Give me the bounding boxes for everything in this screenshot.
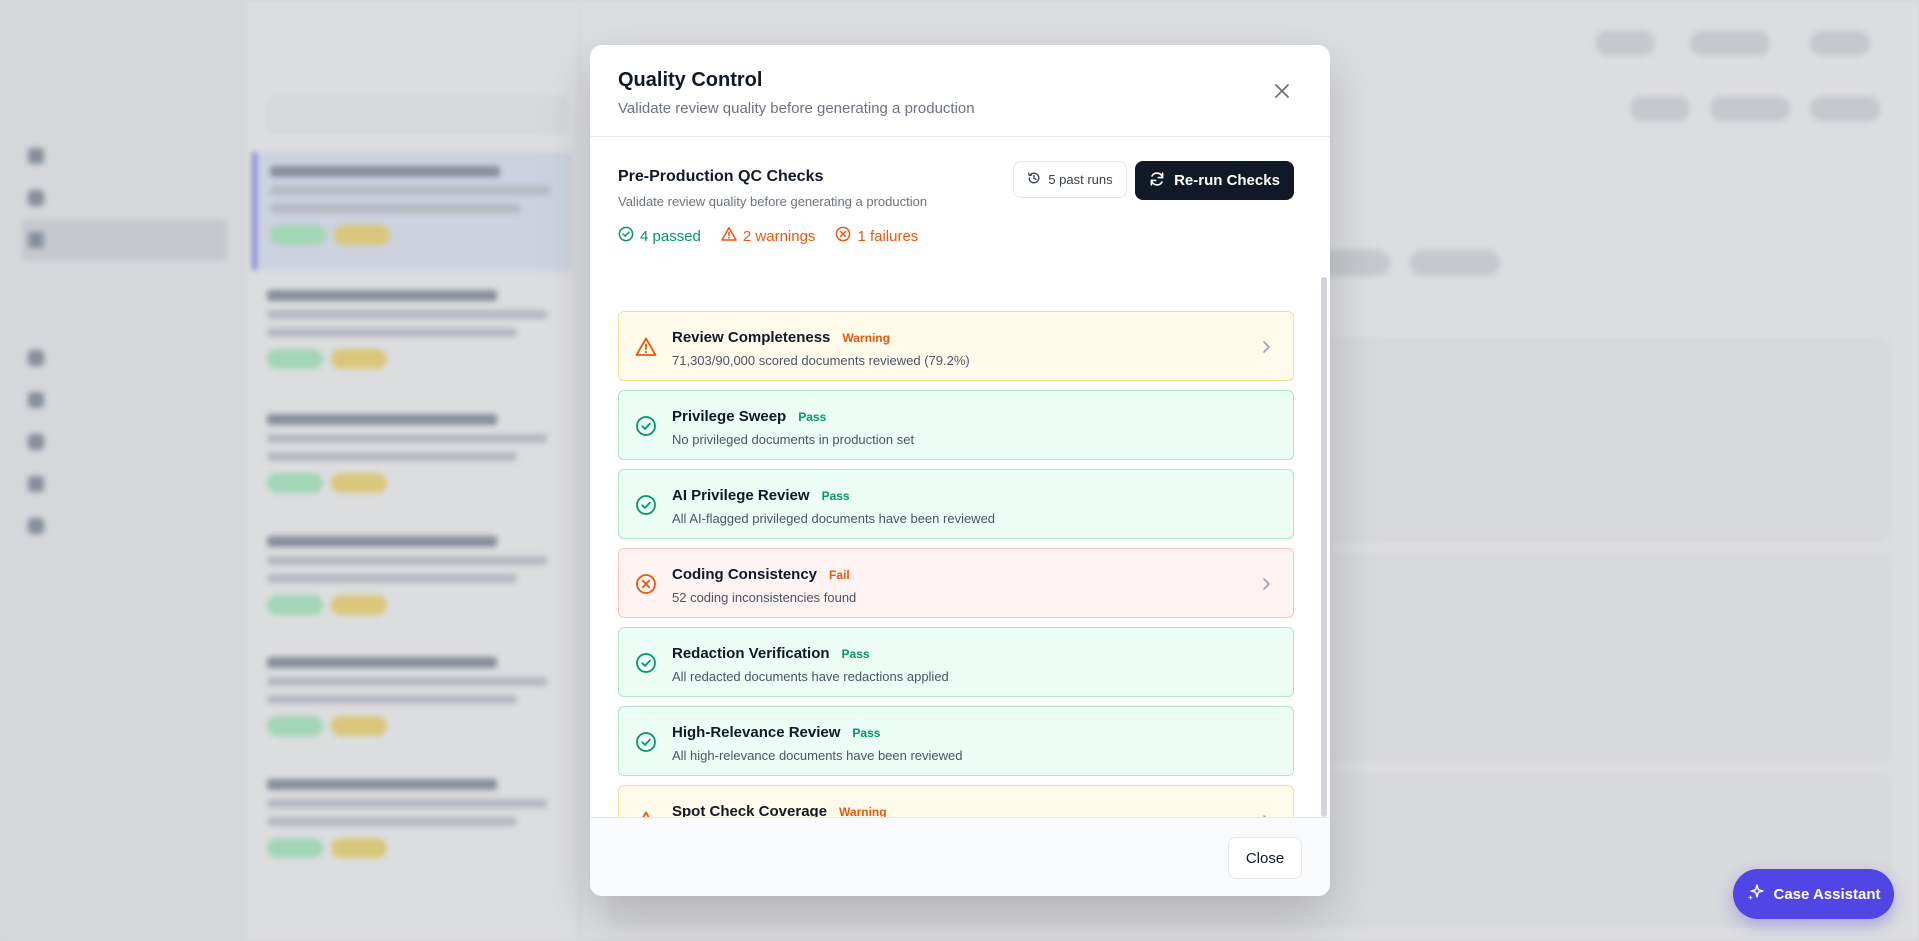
check-circle-icon (635, 731, 657, 753)
qc-check-name: Coding Consistency Fail (672, 566, 850, 583)
passed-summary: 4 passed (618, 226, 701, 246)
qc-check-title: Privilege Sweep (672, 408, 787, 425)
qc-check-title: Review Completeness (672, 329, 831, 346)
qc-status-badge: Pass (821, 489, 850, 503)
qc-checks-list: Review Completeness Warning 71,303/90,000 … (618, 311, 1294, 817)
qc-check-title: AI Privilege Review (672, 487, 810, 504)
passed-count: 4 passed (640, 227, 701, 245)
check-circle-icon (635, 652, 657, 674)
qc-check-item: Redaction Verification Pass All redacted d… (618, 627, 1294, 697)
check-circle-icon (635, 415, 657, 437)
close-icon[interactable] (1272, 81, 1292, 101)
qc-check-item: High-Relevance Review Pass All high-releva… (618, 706, 1294, 776)
qc-check-title: High-Relevance Review (672, 724, 841, 741)
qc-status-badge: Warning (842, 331, 890, 345)
chevron-right-icon[interactable] (1261, 577, 1271, 591)
qc-check-item[interactable]: Spot Check CoverageWarning29/30 request … (618, 785, 1294, 817)
sparkle-icon (1747, 883, 1765, 905)
close-button[interactable]: Close (1228, 837, 1302, 879)
rerun-checks-label: Re-run Checks (1174, 172, 1280, 189)
qc-check-name: High-Relevance Review Pass (672, 724, 880, 741)
past-runs-button[interactable]: 5 past runs (1013, 161, 1127, 198)
qc-status-badge: Pass (841, 647, 870, 661)
qc-check-name: Review Completeness Warning (672, 329, 890, 346)
qc-status-badge: Warning (839, 805, 887, 817)
qc-check-description: 71,303/90,000 scored documents reviewed … (672, 353, 970, 368)
check-circle-icon (618, 226, 634, 246)
qc-check-description: All redacted documents have redactions a… (672, 669, 949, 684)
failures-summary: 1 failures (835, 226, 918, 246)
qc-status-badge: Pass (852, 726, 881, 740)
warnings-summary: 2 warnings (721, 226, 816, 246)
modal-title: Quality Control (618, 69, 763, 91)
modal-footer: Close (590, 817, 1330, 896)
warning-triangle-icon (721, 226, 737, 246)
modal-header: Quality Control Validate review quality … (590, 45, 1330, 137)
chevron-right-icon[interactable] (1261, 340, 1271, 354)
x-circle-icon (635, 573, 657, 595)
x-circle-icon (835, 226, 851, 246)
modal-scrollbar[interactable] (1321, 277, 1327, 817)
qc-check-description: 52 coding inconsistencies found (672, 590, 857, 605)
quality-control-modal: Quality Control Validate review quality … (590, 45, 1330, 896)
qc-check-item[interactable]: Review Completeness Warning 71,303/90,000 … (618, 311, 1294, 381)
qc-check-item[interactable]: Coding Consistency Fail 52 coding inconsis… (618, 548, 1294, 618)
section-subtitle: Validate review quality before generatin… (618, 194, 928, 209)
modal-body[interactable]: Pre-Production QC Checks Validate review… (590, 138, 1330, 817)
qc-summary: 4 passed 2 warnings 1 failures (618, 226, 918, 246)
qc-check-description: No privileged documents in production se… (672, 432, 915, 447)
qc-check-description: All high-relevance documents have been r… (672, 748, 963, 763)
qc-status-badge: Pass (798, 410, 827, 424)
refresh-icon (1149, 171, 1165, 191)
failures-count: 1 failures (857, 227, 919, 245)
modal-subtitle: Validate review quality before generatin… (618, 100, 975, 117)
warning-triangle-icon (635, 810, 657, 817)
section-title: Pre-Production QC Checks (618, 168, 824, 185)
warnings-count: 2 warnings (742, 227, 816, 245)
past-runs-label: 5 past runs (1048, 172, 1113, 187)
qc-check-name: Privilege Sweep Pass (672, 408, 826, 425)
qc-check-title: Redaction Verification (672, 645, 830, 662)
qc-check-description: All AI-flagged privileged documents have… (672, 511, 996, 526)
case-assistant-label: Case Assistant (1773, 885, 1881, 903)
warning-triangle-icon (635, 336, 657, 358)
qc-check-title: Spot Check Coverage (672, 803, 828, 817)
qc-check-name: Spot Check Coverage Warning (672, 803, 887, 817)
qc-check-item: Privilege Sweep Pass No privileged documen… (618, 390, 1294, 460)
rerun-checks-button[interactable]: Re-run Checks (1135, 161, 1294, 200)
qc-check-name: Redaction Verification Pass (672, 645, 870, 662)
qc-status-badge: Fail (829, 568, 850, 582)
qc-check-title: Coding Consistency (672, 566, 818, 583)
qc-check-item: AI Privilege Review Pass All AI-flagged pr… (618, 469, 1294, 539)
case-assistant-button[interactable]: Case Assistant (1733, 869, 1894, 919)
check-circle-icon (635, 494, 657, 516)
history-icon (1027, 171, 1041, 188)
qc-check-name: AI Privilege Review Pass (672, 487, 850, 504)
